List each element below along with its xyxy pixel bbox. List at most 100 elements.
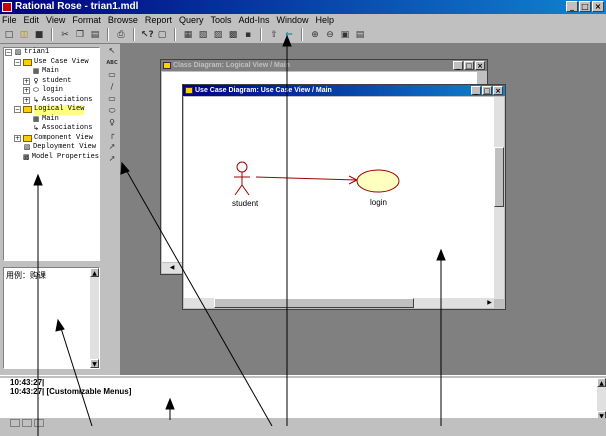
doc-scrollbar[interactable]: ▲ ▼ bbox=[90, 268, 99, 368]
log-line: 10:43:27| [Customizable Menus] bbox=[10, 387, 132, 396]
browse-parent-icon[interactable]: ▪ bbox=[242, 29, 254, 41]
menu-format[interactable]: Format bbox=[72, 14, 101, 26]
usecase-maximize-button[interactable]: □ bbox=[482, 86, 492, 95]
usecase-hscroll-thumb[interactable] bbox=[214, 298, 414, 308]
scroll-right-arrow[interactable]: ▶ bbox=[485, 298, 494, 308]
save-icon[interactable]: ■ bbox=[33, 29, 45, 41]
cut-icon[interactable]: ✂ bbox=[59, 29, 71, 41]
package-tool[interactable]: ▭ bbox=[106, 94, 118, 104]
tree-item[interactable]: ▦ Main bbox=[4, 67, 99, 77]
usecase-close-button[interactable]: × bbox=[493, 86, 503, 95]
generalization-tool[interactable]: ↗ bbox=[106, 154, 118, 164]
menu-add-ins[interactable]: Add-Ins bbox=[238, 14, 269, 26]
usecase-minimize-button[interactable]: _ bbox=[471, 86, 481, 95]
menu-query[interactable]: Query bbox=[179, 14, 204, 26]
class-close-button[interactable]: × bbox=[475, 61, 485, 70]
open-icon[interactable]: ◫ bbox=[18, 29, 30, 41]
zoom-in-icon[interactable]: ⊕ bbox=[309, 29, 321, 41]
usecase-vscroll-thumb[interactable] bbox=[494, 147, 504, 207]
minimize-button[interactable]: _ bbox=[566, 1, 578, 12]
tree-item[interactable]: − ▨ trian1 bbox=[4, 48, 99, 58]
menu-edit[interactable]: Edit bbox=[24, 14, 40, 26]
anchor-tool[interactable]: ∕ bbox=[106, 82, 118, 92]
browse-class-icon[interactable]: ▦ bbox=[182, 29, 194, 41]
tree-item-label: Logical View bbox=[34, 105, 85, 115]
print-icon[interactable]: ⎙ bbox=[115, 29, 127, 41]
usecase-diagram-canvas[interactable]: student login bbox=[184, 97, 494, 299]
class-hscroll[interactable]: ◀ bbox=[162, 263, 182, 273]
class-maximize-button[interactable]: □ bbox=[464, 61, 474, 70]
usecase-label: login bbox=[370, 198, 387, 207]
menu-help[interactable]: Help bbox=[316, 14, 335, 26]
log-scrollbar[interactable]: ▲ ▼ bbox=[597, 378, 606, 420]
close-button[interactable]: × bbox=[592, 1, 604, 12]
undo-fit-icon[interactable]: ▤ bbox=[354, 29, 366, 41]
tree-item-label: Deployment View bbox=[33, 143, 97, 151]
menu-tools[interactable]: Tools bbox=[210, 14, 231, 26]
class-diagram-titlebar[interactable]: Class Diagram: Logical View / Main _ □ × bbox=[161, 60, 487, 71]
association-line[interactable] bbox=[255, 176, 357, 181]
tree-item[interactable]: + ♀ student bbox=[4, 77, 99, 87]
browse-usecase-icon[interactable]: ▧ bbox=[197, 29, 209, 41]
tree-item[interactable]: + ⬭ login bbox=[4, 86, 99, 96]
log-window[interactable]: 10:43:27| 10:43:27| [Customizable Menus]… bbox=[0, 376, 606, 420]
new-icon[interactable]: □ bbox=[3, 29, 15, 41]
scroll-up-arrow[interactable]: ▲ bbox=[90, 268, 99, 277]
documentation-panel[interactable]: 用例：购课 ▲ ▼ bbox=[3, 267, 100, 369]
tree-item[interactable]: + ↳ Associations bbox=[4, 96, 99, 106]
dependency-tool[interactable]: ↗ bbox=[106, 142, 118, 152]
class-minimize-button[interactable]: _ bbox=[453, 61, 463, 70]
tree-expander-icon[interactable]: + bbox=[23, 96, 30, 104]
actor-student[interactable] bbox=[234, 161, 250, 196]
paste-icon[interactable]: ▤ bbox=[89, 29, 101, 41]
rose-app-icon bbox=[2, 2, 12, 12]
tree-item[interactable]: ▧ Deployment View bbox=[4, 143, 99, 153]
context-help-icon[interactable]: ↖? bbox=[141, 29, 154, 41]
usecase-diagram-titlebar[interactable]: Use Case Diagram: Use Case View / Main _… bbox=[183, 85, 505, 96]
tree-expander-icon[interactable]: + bbox=[23, 77, 30, 85]
tree-expander-icon[interactable]: + bbox=[14, 134, 21, 142]
zoom-out-icon[interactable]: ⊖ bbox=[324, 29, 336, 41]
text-tool[interactable]: ABC bbox=[106, 58, 118, 68]
view-doc-icon[interactable]: ▢ bbox=[156, 29, 168, 41]
browse-deployment-icon[interactable]: ▩ bbox=[227, 29, 239, 41]
back-icon[interactable]: ⇐ bbox=[283, 29, 295, 41]
log-tab-1[interactable] bbox=[10, 419, 20, 427]
log-tab-3[interactable] bbox=[34, 419, 44, 427]
tree-expander-icon[interactable]: + bbox=[23, 87, 30, 95]
usecase-hscroll[interactable]: ▶ bbox=[184, 298, 494, 308]
menu-view[interactable]: View bbox=[46, 14, 65, 26]
actor-label: student bbox=[232, 199, 259, 208]
tree-item[interactable]: − Use Case View bbox=[4, 58, 99, 68]
tree-item[interactable]: − Logical View bbox=[4, 105, 99, 115]
actor-tool[interactable]: ♀ bbox=[106, 118, 118, 128]
fit-window-icon[interactable]: ▣ bbox=[339, 29, 351, 41]
selection-tool[interactable]: ↖ bbox=[106, 46, 118, 56]
unidirectional-association-tool[interactable]: ┌ bbox=[106, 130, 118, 140]
menu-window[interactable]: Window bbox=[277, 14, 309, 26]
tree-expander-icon[interactable]: − bbox=[5, 49, 12, 57]
menu-file[interactable]: File bbox=[2, 14, 17, 26]
menu-report[interactable]: Report bbox=[145, 14, 172, 26]
browse-previous-icon[interactable]: ⇧ bbox=[268, 29, 280, 41]
tree-item[interactable]: + Component View bbox=[4, 134, 99, 144]
tree-item[interactable]: ▩ Model Properties bbox=[4, 153, 99, 163]
tree-item[interactable]: ↳ Associations bbox=[4, 124, 99, 134]
browse-component-icon[interactable]: ▨ bbox=[212, 29, 224, 41]
usecase-vscroll[interactable] bbox=[494, 97, 504, 299]
scroll-down-arrow[interactable]: ▼ bbox=[90, 359, 99, 368]
usecase-tool[interactable]: ⬭ bbox=[106, 106, 118, 116]
menu-browse[interactable]: Browse bbox=[108, 14, 138, 26]
log-tab-2[interactable] bbox=[22, 419, 32, 427]
tree-expander-icon[interactable]: − bbox=[14, 106, 21, 114]
usecase-login[interactable] bbox=[356, 169, 400, 193]
toolbar-separator bbox=[174, 28, 176, 41]
note-tool[interactable]: ▭ bbox=[106, 70, 118, 80]
log-scroll-up[interactable]: ▲ bbox=[597, 378, 606, 387]
tree-expander-icon[interactable]: − bbox=[14, 58, 21, 66]
log-line: 10:43:27| bbox=[10, 378, 45, 387]
maximize-button[interactable]: □ bbox=[579, 1, 591, 12]
usecase-diagram-window[interactable]: Use Case Diagram: Use Case View / Main _… bbox=[182, 84, 506, 310]
tree-item[interactable]: ▦ Main bbox=[4, 115, 99, 125]
copy-icon[interactable]: ❐ bbox=[74, 29, 86, 41]
